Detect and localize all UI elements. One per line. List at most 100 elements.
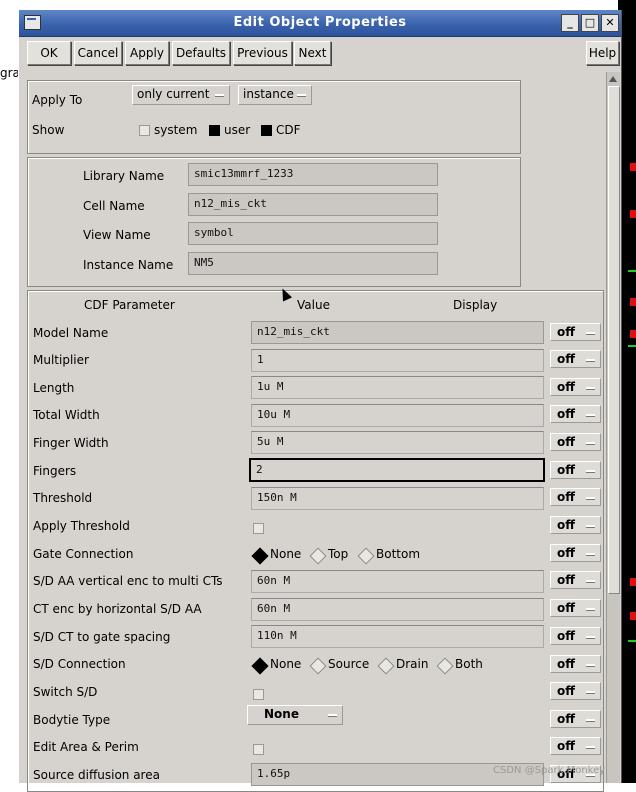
- display-dropdown-finger-width[interactable]: off: [550, 433, 601, 451]
- bodytie-type-value: None: [264, 707, 299, 721]
- edit-area-perim-checkbox[interactable]: [253, 744, 264, 755]
- system-checkbox[interactable]: [139, 125, 150, 136]
- display-dropdown-threshold[interactable]: off: [550, 488, 601, 506]
- display-dropdown-sd-connection[interactable]: off: [550, 655, 601, 673]
- instance-name-field[interactable]: NM5: [188, 252, 438, 275]
- apply-to-group: Apply To only current instance Show syst…: [27, 80, 521, 154]
- param-label-length: Length: [33, 381, 75, 395]
- vertical-scrollbar[interactable]: [606, 72, 620, 783]
- length-field[interactable]: 1u M: [251, 376, 544, 399]
- display-dropdown-length[interactable]: off: [550, 378, 601, 396]
- param-label-ct-enc-horizontal: CT enc by horizontal S/D AA: [33, 602, 202, 616]
- next-button[interactable]: Next: [294, 41, 331, 65]
- sd-aa-vertical-enc-field[interactable]: 60n M: [251, 570, 544, 593]
- display-dropdown-ct-enc-horizontal[interactable]: off: [550, 599, 601, 617]
- param-label-switch-sd: Switch S/D: [33, 685, 98, 699]
- display-value: off: [557, 629, 575, 643]
- apply-scope-value: only current: [137, 87, 210, 101]
- sd-drain-radio[interactable]: [377, 657, 395, 675]
- desktop-left-strip: gra: [0, 0, 20, 783]
- edit-object-properties-window: Edit Object Properties _ □ ✕ OK Cancel A…: [18, 10, 622, 792]
- display-value: off: [557, 380, 575, 394]
- library-name-field[interactable]: smic13mmrf_1233: [188, 163, 438, 186]
- minimize-button[interactable]: _: [561, 14, 579, 32]
- cancel-button[interactable]: Cancel: [74, 41, 122, 65]
- background-text: gra: [0, 66, 20, 80]
- sd-ct-gate-spacing-field[interactable]: 110n M: [251, 625, 544, 648]
- apply-target-dropdown[interactable]: instance: [238, 85, 312, 105]
- apply-target-value: instance: [243, 87, 294, 101]
- display-dropdown-multiplier[interactable]: off: [550, 350, 601, 368]
- apply-threshold-checkbox[interactable]: [253, 523, 264, 534]
- display-value: off: [557, 325, 575, 339]
- gate-bottom-label: Bottom: [376, 547, 421, 561]
- user-checkbox[interactable]: [209, 125, 220, 136]
- view-name-field[interactable]: symbol: [188, 222, 438, 245]
- display-dropdown-edit-area-perim[interactable]: off: [550, 737, 601, 755]
- total-width-field[interactable]: 10u M: [251, 404, 544, 427]
- gate-top-label: Top: [328, 547, 349, 561]
- ok-button[interactable]: OK: [27, 41, 71, 65]
- user-label: user: [224, 123, 251, 137]
- param-label-sd-connection: S/D Connection: [33, 657, 126, 671]
- display-value: off: [557, 712, 575, 726]
- finger-width-field[interactable]: 5u M: [251, 431, 544, 454]
- display-dropdown-apply-threshold[interactable]: off: [550, 516, 601, 534]
- watermark: CSDN @Spark Monkey: [493, 765, 606, 776]
- multiplier-field[interactable]: 1: [251, 349, 544, 372]
- param-label-source-diffusion-area: Source diffusion area: [33, 768, 160, 782]
- schematic-mark: [630, 612, 636, 620]
- param-label-multiplier: Multiplier: [33, 353, 89, 367]
- display-dropdown-model-name[interactable]: off: [550, 323, 601, 341]
- sd-both-radio[interactable]: [436, 657, 454, 675]
- fingers-field[interactable]: 2: [249, 458, 545, 482]
- sd-both-label: Both: [455, 657, 483, 671]
- previous-button[interactable]: Previous: [233, 41, 292, 65]
- display-dropdown-fingers[interactable]: off: [550, 461, 601, 479]
- display-dropdown-gate-connection[interactable]: off: [550, 544, 601, 562]
- cdf-parameter-header: CDF Parameter: [84, 298, 175, 312]
- title-bar[interactable]: Edit Object Properties _ □ ✕: [19, 10, 621, 37]
- gate-none-radio[interactable]: [251, 547, 269, 565]
- defaults-button[interactable]: Defaults: [172, 41, 230, 65]
- gate-top-radio[interactable]: [309, 547, 327, 565]
- gate-bottom-radio[interactable]: [357, 547, 375, 565]
- maximize-button[interactable]: □: [581, 14, 599, 32]
- close-button[interactable]: ✕: [601, 14, 619, 32]
- display-value: off: [557, 546, 575, 560]
- switch-sd-checkbox[interactable]: [253, 689, 264, 700]
- display-dropdown-sd-aa-vertical-enc[interactable]: off: [550, 571, 601, 589]
- model-name-field[interactable]: n12_mis_ckt: [251, 321, 544, 344]
- display-value: off: [557, 435, 575, 449]
- param-label-total-width: Total Width: [33, 408, 100, 422]
- apply-scope-dropdown[interactable]: only current: [132, 85, 230, 105]
- display-value: off: [557, 352, 575, 366]
- help-button[interactable]: Help: [586, 41, 619, 65]
- value-header: Value: [297, 298, 330, 312]
- bodytie-type-dropdown[interactable]: None: [247, 705, 343, 725]
- cdf-checkbox[interactable]: [261, 125, 272, 136]
- display-value: off: [557, 657, 575, 671]
- sd-none-radio[interactable]: [251, 657, 269, 675]
- param-label-sd-aa-vertical-enc: S/D AA vertical enc to multi CTs: [33, 574, 223, 588]
- sd-none-label: None: [270, 657, 302, 671]
- sd-source-radio[interactable]: [309, 657, 327, 675]
- instance-name-label: Instance Name: [83, 258, 174, 272]
- cell-name-field[interactable]: n12_mis_ckt: [188, 193, 438, 216]
- display-value: off: [557, 463, 575, 477]
- display-dropdown-switch-sd[interactable]: off: [550, 682, 601, 700]
- schematic-wire: [628, 345, 636, 347]
- schematic-mark: [630, 163, 636, 171]
- display-dropdown-sd-ct-gate-spacing[interactable]: off: [550, 627, 601, 645]
- display-value: off: [557, 407, 575, 421]
- apply-button[interactable]: Apply: [125, 41, 169, 65]
- display-dropdown-total-width[interactable]: off: [550, 405, 601, 423]
- cdf-label: CDF: [276, 123, 301, 137]
- ct-enc-horizontal-field[interactable]: 60n M: [251, 598, 544, 621]
- schematic-mark: [630, 210, 636, 218]
- scrollbar-thumb[interactable]: [608, 86, 620, 594]
- threshold-field[interactable]: 150n M: [251, 487, 544, 510]
- display-value: off: [557, 684, 575, 698]
- scroll-up-arrow-icon[interactable]: [609, 76, 617, 82]
- display-dropdown-bodytie-type[interactable]: off: [550, 710, 601, 728]
